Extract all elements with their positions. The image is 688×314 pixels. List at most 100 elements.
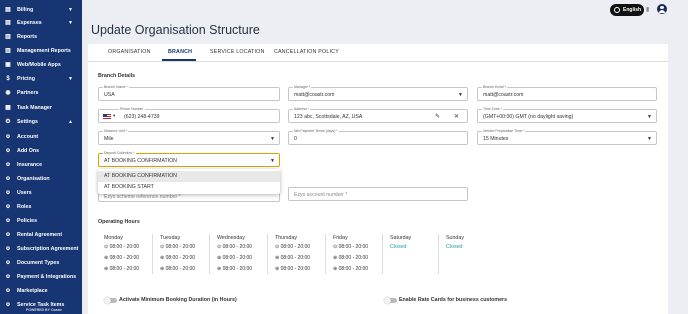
time-slot-value: 08:00 - 20:00 (338, 266, 369, 272)
language-button[interactable]: English (610, 4, 644, 16)
sidebar-item-reports[interactable]: ▥ Reports (0, 30, 82, 43)
language-label: English (623, 7, 642, 13)
net-payment-terms-field[interactable]: Net Payment Terms (days) * 0 (288, 129, 468, 145)
manager-label: Manager * (293, 85, 312, 89)
time-slot[interactable]: ⊙ 08:00 - 20:00 (160, 244, 195, 250)
address-field[interactable]: Address * 123 abc, Scottsdale, AZ, USA ✎… (288, 107, 468, 123)
time-slot[interactable]: ⊕ 08:00 - 20:00 (217, 255, 252, 261)
min-booking-toggle[interactable] (104, 296, 117, 304)
time-zone-select[interactable]: Time Zone * (GMT+00:00) GMT (no daylight… (477, 107, 657, 123)
time-slot[interactable]: ⊕ 08:00 - 20:00 (275, 255, 310, 261)
roles-icon: ⚙ (5, 203, 11, 210)
sidebar-item-document-types[interactable]: ⚙ Document Types (0, 256, 82, 269)
sidebar-item-task-manager[interactable]: ▦ Task Manager (0, 101, 82, 114)
sidebar-item-label: Marketplace (17, 287, 48, 294)
sidebar-item-billing[interactable]: ▤ Billing ▼ (0, 3, 82, 16)
users-icon: ⚙ (5, 189, 11, 196)
address-label: Address * (293, 107, 311, 111)
reports-icon: ▥ (5, 33, 11, 40)
sidebar-item-web-mobile-apps[interactable]: ▣ Web/Mobile Apps (0, 58, 82, 71)
distance-unit-select[interactable]: Distance Unit * Mile ▼ (98, 129, 280, 145)
deposit-collection-select[interactable]: Deposit Collection * AT BOOKING CONFIRMA… (98, 151, 280, 167)
main-card: ORGANISATION BRANCH SERVICE LOCATION CANCEL… (88, 44, 668, 314)
account-icon: ⚙ (5, 133, 11, 140)
sidebar-item-expenses[interactable]: ▤ Expenses ▼ (0, 16, 82, 29)
time-slot[interactable]: ⊕ 08:00 - 20:00 (275, 266, 310, 272)
time-slot-value: 08:00 - 20:00 (165, 244, 196, 250)
sidebar-item-payment-integrations[interactable]: ⚙ Payment & Integrations (0, 270, 82, 283)
clear-icon[interactable]: ✕ (454, 113, 459, 120)
sidebar-item-marketplace[interactable]: ⚙ Marketplace (0, 284, 82, 297)
time-slot[interactable]: ⊙ 08:00 - 20:00 (333, 244, 368, 250)
time-slot[interactable]: ⊕ 08:00 - 20:00 (217, 266, 252, 272)
sidebar-item-partners[interactable]: ◉ Partners (0, 86, 82, 99)
closed-status: Closed (390, 244, 407, 250)
tab-organisation[interactable]: ORGANISATION (108, 49, 151, 55)
us-flag-icon[interactable] (103, 114, 111, 120)
rate-cards-toggle[interactable] (384, 296, 397, 304)
sidebar-item-roles[interactable]: ⚙ Roles (0, 200, 82, 213)
dropdown-option-booking-confirmation[interactable]: AT BOOKING CONFIRMATION (98, 171, 280, 182)
vehicle-prep-time-select[interactable]: Vehicle Preparation Time * 15 Minutes ▼ (477, 129, 657, 145)
service-task-items-icon: ⚙ (5, 301, 11, 308)
policies-icon: ⚙ (5, 217, 11, 224)
time-slot[interactable]: ⊙ 08:00 - 20:00 (104, 244, 139, 250)
sidebar-item-label: Pricing (17, 75, 35, 82)
tab-branch[interactable]: BRANCH (168, 49, 192, 55)
time-slot-value: 08:00 - 20:00 (109, 266, 140, 272)
settings-icon: ⚙ (5, 118, 11, 125)
time-slot[interactable]: ⊕ 08:00 - 20:00 (160, 266, 195, 272)
sidebar-item-users[interactable]: ⚙ Users (0, 186, 82, 199)
sidebar-item-management-reports[interactable]: ▥ Management Reports (0, 44, 82, 57)
sidebar-item-label: Users (17, 189, 32, 196)
time-slot[interactable]: ⊕ 08:00 - 20:00 (104, 266, 139, 272)
time-slot[interactable]: ⊙ 08:00 - 20:00 (275, 244, 310, 250)
sidebar-item-label: Add Ons (17, 147, 40, 154)
sidebar-item-pricing[interactable]: $ Pricing ▼ (0, 72, 82, 85)
time-slot[interactable]: ⊕ 08:00 - 20:00 (104, 255, 139, 261)
sidebar-item-policies[interactable]: ⚙ Policies (0, 214, 82, 227)
time-slot[interactable]: ⊕ 08:00 - 20:00 (333, 255, 368, 261)
time-slot[interactable]: ⊙ 08:00 - 20:00 (217, 244, 252, 250)
sidebar-item-rental-agreement[interactable]: ⚙ Rental Agreement (0, 228, 82, 241)
sidebar-item-organisation[interactable]: ⚙ Organisation (0, 172, 82, 185)
dropdown-option-booking-start[interactable]: AT BOOKING START (98, 182, 280, 193)
sidebar-item-label: Policies (17, 217, 38, 224)
insurance-icon: ⚙ (5, 161, 11, 168)
deposit-collection-value: AT BOOKING CONFIRMATION (104, 158, 177, 164)
tab-cancellation-policy[interactable]: CANCELLATION POLICY (274, 49, 339, 55)
manager-select[interactable]: Manager * matt@coastr.com ▼ (288, 85, 468, 101)
sidebar-item-label: Payment & Integrations (17, 273, 77, 280)
chevron-down-icon: ▼ (68, 6, 73, 13)
day-divider (209, 234, 210, 274)
day-divider (325, 234, 326, 274)
time-slot[interactable]: ⊕ 08:00 - 20:00 (333, 266, 368, 272)
sidebar-item-add-ons[interactable]: ⚙ Add Ons (0, 144, 82, 157)
branch-name-field[interactable]: Branch Name * USA (98, 85, 280, 101)
distance-unit-label: Distance Unit * (103, 129, 129, 133)
sidebar-item-settings[interactable]: ⚙ Settings ▲ (0, 115, 82, 128)
sidebar-item-account[interactable]: ⚙ Account (0, 130, 82, 143)
rate-cards-label: Enable Rate Cards for business customers (399, 297, 508, 303)
sidebar-item-label: Management Reports (17, 47, 71, 54)
vehicle-prep-time-label: Vehicle Preparation Time * (482, 129, 526, 133)
sidebar-item-service-task-items[interactable]: ⚙ Service Task Items (0, 298, 82, 311)
day-name: Wednesday (217, 235, 245, 241)
top-bar (82, 0, 688, 20)
sidebar-item-label: Insurance (17, 161, 43, 168)
caret-down-icon[interactable]: ▾ (113, 113, 115, 119)
notification-icon[interactable]: ▮ (646, 6, 649, 13)
deposit-collection-label: Deposit Collection * (103, 151, 136, 155)
user-avatar[interactable] (657, 4, 667, 14)
branch-email-field[interactable]: Branch Email * matt@coastr.com (477, 85, 657, 101)
address-value: 123 abc, Scottsdale, AZ, USA (294, 114, 363, 120)
ezyx-account-field[interactable]: Ezyx account number * (288, 187, 468, 201)
sidebar-item-insurance[interactable]: ⚙ Insurance (0, 158, 82, 171)
phone-value: (623) 248-4739 (124, 114, 160, 120)
sidebar-item-subscription-agreement[interactable]: ⚙ Subscription Agreement (0, 242, 82, 255)
phone-field[interactable]: ▾ Phone Number (623) 248-4739 (98, 107, 280, 123)
day-divider (438, 234, 439, 274)
edit-icon[interactable]: ✎ (435, 113, 440, 120)
tab-service-location[interactable]: SERVICE LOCATION (210, 49, 265, 55)
time-slot[interactable]: ⊕ 08:00 - 20:00 (160, 255, 195, 261)
